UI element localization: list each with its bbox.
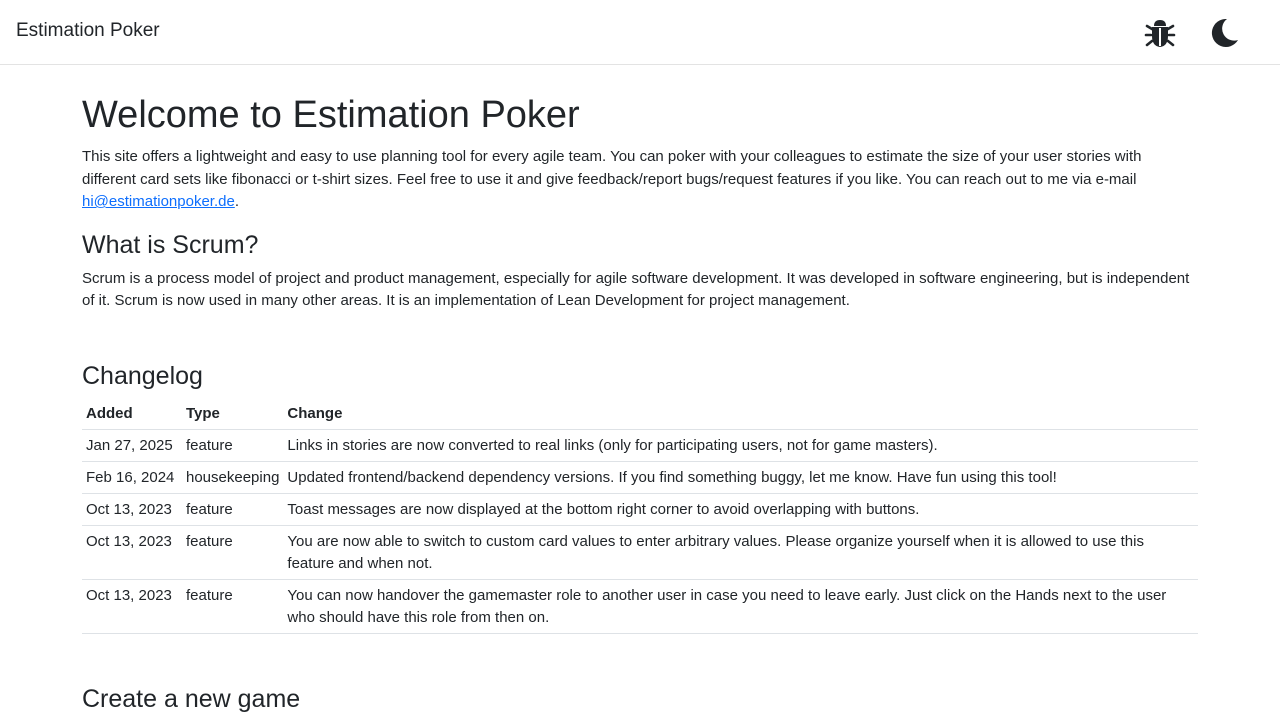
cell-type: feature <box>182 492 284 525</box>
create-game-heading: Create a new game <box>82 684 301 713</box>
cell-added: Oct 13, 2023 <box>82 492 182 525</box>
brand-link[interactable]: Estimation Poker <box>16 20 160 42</box>
header-type: Type <box>186 404 220 422</box>
cell-added: Oct 13, 2023 <box>82 524 182 579</box>
cell-added: Jan 27, 2025 <box>82 428 182 461</box>
cell-change: You are now able to switch to custom car… <box>283 524 1198 579</box>
cell-type: feature <box>182 524 284 579</box>
table-row: Oct 13, 2023 feature Toast messages are … <box>82 492 1198 525</box>
cell-change: Toast messages are now displayed at the … <box>283 492 1198 525</box>
moon-icon[interactable] <box>1205 14 1243 52</box>
changelog-table: Added Type Change Jan 27, 2025 feature L… <box>82 399 1198 634</box>
cell-added: Oct 13, 2023 <box>82 578 182 634</box>
bug-icon[interactable] <box>1141 14 1179 52</box>
table-row: Feb 16, 2024 housekeeping Updated fronte… <box>82 460 1198 493</box>
intro-paragraph: This site offers a lightweight and easy … <box>82 146 1198 214</box>
email-link[interactable]: hi@estimationpoker.de <box>82 193 235 210</box>
changelog-heading: Changelog <box>82 361 203 390</box>
cell-type: feature <box>182 578 284 634</box>
scrum-heading: What is Scrum? <box>82 230 259 259</box>
scrum-paragraph: Scrum is a process model of project and … <box>82 269 1190 310</box>
main-content: Welcome to Estimation Poker This site of… <box>82 66 1198 714</box>
cell-type: housekeeping <box>182 460 284 493</box>
cell-type: feature <box>182 428 284 461</box>
intro-text: This site offers a lightweight and easy … <box>82 148 1142 188</box>
cell-change: Links in stories are now converted to re… <box>283 428 1198 461</box>
page-title: Welcome to Estimation Poker <box>82 94 580 136</box>
table-row: Jan 27, 2025 feature Links in stories ar… <box>82 428 1198 461</box>
table-row: Oct 13, 2023 feature You can now handove… <box>82 578 1198 634</box>
table-row: Oct 13, 2023 feature You are now able to… <box>82 524 1198 579</box>
cell-change: Updated frontend/backend dependency vers… <box>283 460 1198 493</box>
header-change: Change <box>287 404 343 422</box>
navbar: Estimation Poker <box>0 0 1280 65</box>
cell-added: Feb 16, 2024 <box>82 460 182 493</box>
cell-change: You can now handover the gamemaster role… <box>283 578 1198 634</box>
intro-end: . <box>234 193 239 210</box>
header-added: Added <box>86 404 133 422</box>
